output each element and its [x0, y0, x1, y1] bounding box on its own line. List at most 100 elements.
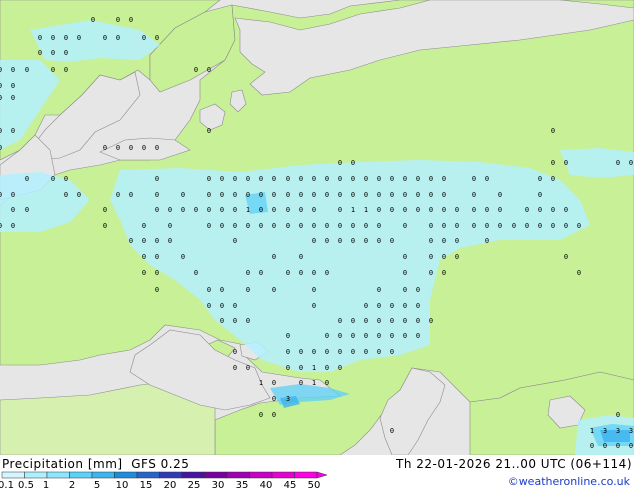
precip-value: 0 — [551, 222, 555, 230]
precip-value: 0 — [272, 191, 276, 199]
precip-value: 0 — [351, 159, 355, 167]
precip-value: 0 — [220, 175, 224, 183]
precip-value: 0 — [129, 16, 133, 24]
precip-value: 0 — [299, 379, 303, 387]
precip-value: 0 — [577, 269, 581, 277]
precip-value: 0 — [103, 144, 107, 152]
map-canvas: 0 0 0 0 0 0 0 0 0 0 0 0 0 0 0 0 0 0 0 0 0 0 0 0 0 0 0 0 0 0 0 0 0 0 0 0 0 0 0 0… — [0, 0, 634, 455]
precip-value: 0 — [338, 348, 342, 356]
precip-value: 0 — [390, 332, 394, 340]
precip-value: 0 — [390, 191, 394, 199]
precip-value: 0 — [312, 348, 316, 356]
precip-value: 3 — [603, 427, 607, 435]
precip-value: 0 — [472, 191, 476, 199]
scale-label: 50 — [308, 480, 321, 490]
precip-value: 0 — [485, 206, 489, 214]
precip-value: 0 — [377, 317, 381, 325]
precip-value: 0 — [312, 191, 316, 199]
precip-value: 0 — [429, 269, 433, 277]
precip-value: 1 — [312, 379, 316, 387]
precip-value: 0 — [155, 286, 159, 294]
precip-value: 0 — [272, 379, 276, 387]
precip-value: 0 — [51, 34, 55, 42]
precip-value: 0 — [485, 175, 489, 183]
precip-value: 0 — [155, 34, 159, 42]
precip-value: 0 — [220, 317, 224, 325]
precip-value: 0 — [377, 222, 381, 230]
precip-value: 0 — [246, 364, 250, 372]
precip-value: 0 — [416, 286, 420, 294]
precip-value: 0 — [116, 34, 120, 42]
precip-value: 0 — [233, 206, 237, 214]
precip-value: 0 — [312, 222, 316, 230]
precip-value: 0 — [377, 191, 381, 199]
precip-value: 0 — [377, 348, 381, 356]
precip-value: 1 — [312, 364, 316, 372]
precip-value: 1 — [351, 206, 355, 214]
precip-value: 0 — [338, 317, 342, 325]
precip-value: 0 — [442, 206, 446, 214]
precip-value: 0 — [364, 332, 368, 340]
precip-value: 0 — [442, 222, 446, 230]
footer-bar: Precipitation [mm] GFS 0.25 Th 22-01-202… — [0, 455, 634, 490]
precip-value: 0 — [403, 253, 407, 261]
color-scale: 0.1 0.5 1 2 5 10 15 20 25 30 35 40 45 50 — [0, 471, 328, 490]
precip-value: 0 — [207, 286, 211, 294]
precip-value: 0 — [429, 222, 433, 230]
scale-label: 25 — [188, 480, 201, 490]
precip-value: 0 — [390, 237, 394, 245]
precip-value: 0 — [142, 222, 146, 230]
credit-link[interactable]: ©weatheronline.co.uk — [508, 475, 630, 488]
precip-value: 0 — [498, 206, 502, 214]
scale-label: 35 — [236, 480, 249, 490]
precip-value: 0 — [259, 222, 263, 230]
precip-value: 0 — [142, 237, 146, 245]
precip-value: 0 — [116, 191, 120, 199]
precip-value: 0 — [286, 348, 290, 356]
precip-value: 0 — [220, 191, 224, 199]
precip-value: 0 — [512, 222, 516, 230]
precip-value: 0 — [233, 302, 237, 310]
precip-value: 0 — [564, 159, 568, 167]
precip-value: 0 — [246, 191, 250, 199]
precip-value: 0 — [272, 206, 276, 214]
precip-value: 0 — [77, 191, 81, 199]
precip-value: 0 — [403, 332, 407, 340]
precip-value: 0 — [538, 175, 542, 183]
precip-value: 0 — [286, 222, 290, 230]
precip-value: 0 — [498, 222, 502, 230]
map-title: Precipitation [mm] GFS 0.25 — [2, 457, 189, 471]
precip-value: 0 — [429, 317, 433, 325]
precip-value: 0 — [233, 175, 237, 183]
precip-value: 0 — [403, 206, 407, 214]
precip-value: 0 — [0, 94, 2, 102]
precip-value: 0 — [338, 206, 342, 214]
precip-value: 0 — [207, 127, 211, 135]
precip-value: 0 — [429, 237, 433, 245]
precip-value: 0 — [272, 395, 276, 403]
precip-value: 0 — [564, 206, 568, 214]
precip-value: 0 — [351, 237, 355, 245]
scale-swatch — [294, 471, 318, 479]
precip-value: 0 — [207, 66, 211, 74]
precip-value: 0 — [312, 269, 316, 277]
precip-value: 0 — [194, 269, 198, 277]
precip-value: 0 — [38, 34, 42, 42]
precip-value: 0 — [155, 237, 159, 245]
precip-value: 0 — [0, 66, 2, 74]
precip-value: 0 — [377, 302, 381, 310]
precip-value: 0 — [338, 191, 342, 199]
precip-value: 0 — [416, 302, 420, 310]
precip-value: 0 — [442, 253, 446, 261]
precip-value: 0 — [442, 237, 446, 245]
precip-value: 0 — [442, 269, 446, 277]
scale-label: 40 — [260, 480, 273, 490]
precip-value: 0 — [403, 222, 407, 230]
scale-swatch — [1, 471, 25, 479]
precip-value: 0 — [25, 66, 29, 74]
precip-value: 0 — [129, 144, 133, 152]
precip-value: 0 — [51, 175, 55, 183]
precip-value: 0 — [351, 317, 355, 325]
precip-value: 0 — [299, 269, 303, 277]
precip-value: 0 — [155, 144, 159, 152]
